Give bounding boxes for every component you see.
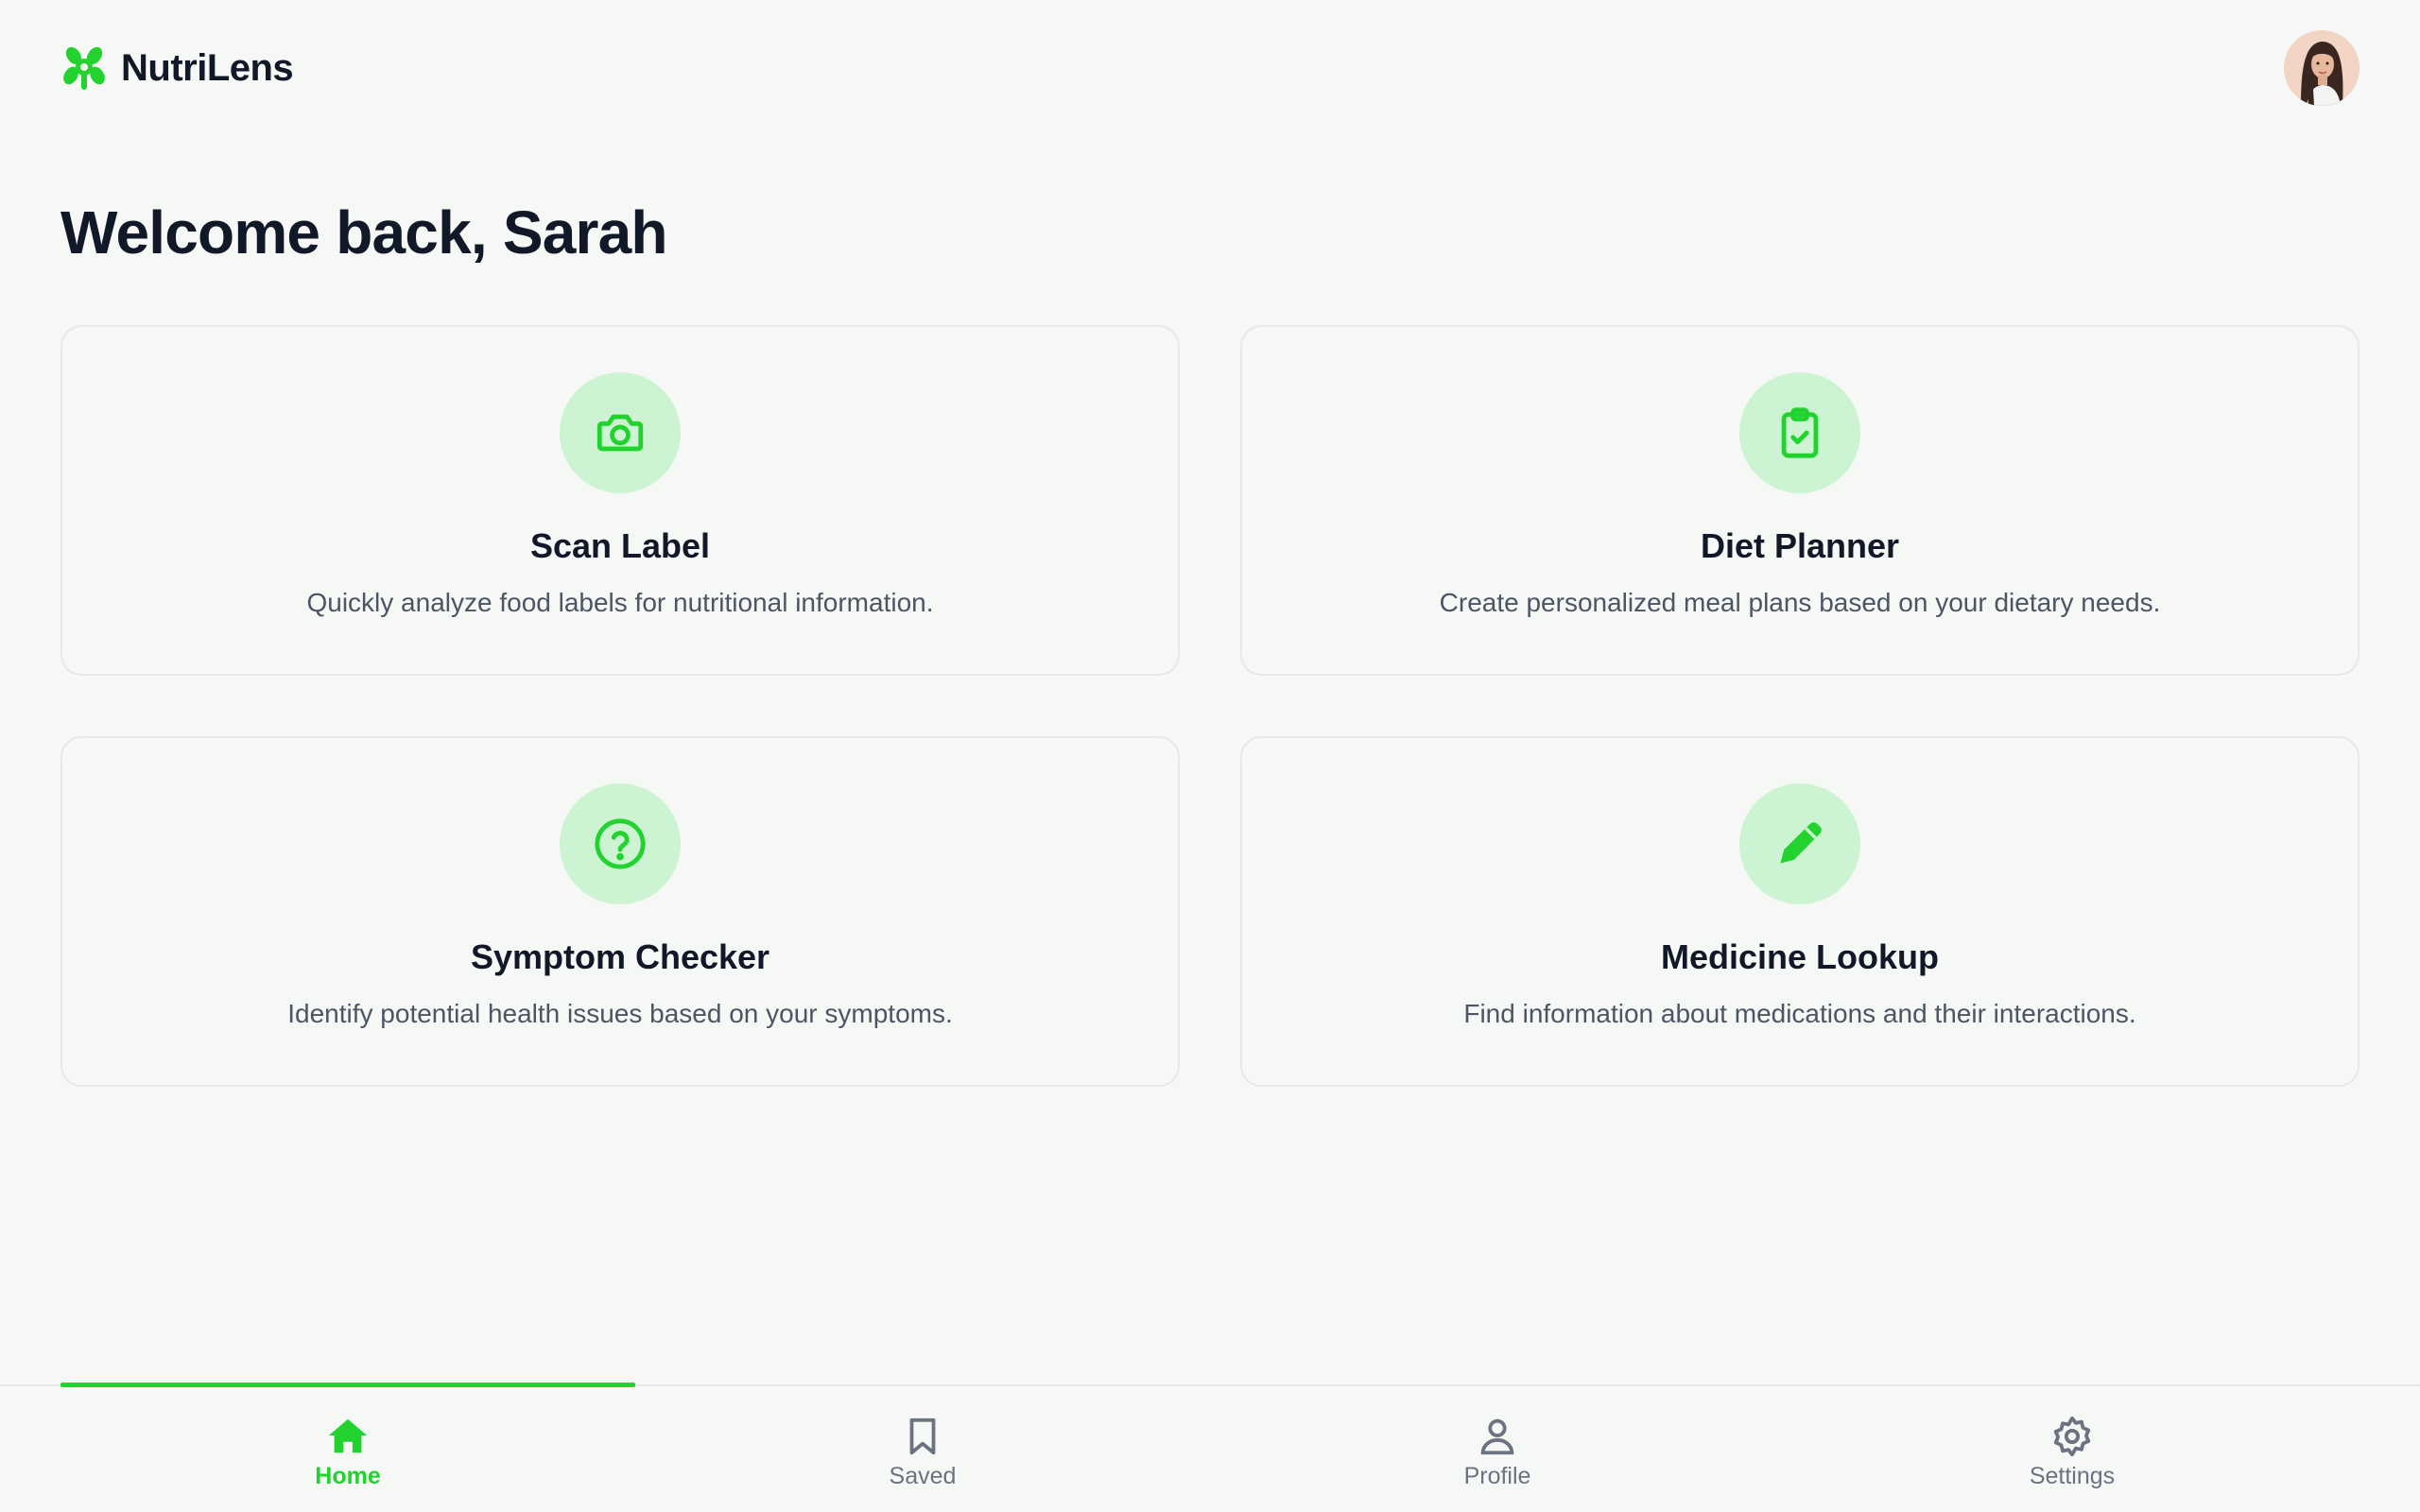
camera-icon xyxy=(596,414,644,452)
gear-icon xyxy=(2053,1416,2091,1457)
nav-settings[interactable]: Settings xyxy=(1785,1386,2360,1512)
card-description: Create personalized meal plans based on … xyxy=(1439,588,2161,617)
card-description: Identify potential health issues based o… xyxy=(287,999,953,1028)
nav-label: Saved xyxy=(889,1463,957,1489)
card-symptom-checker[interactable]: Symptom Checker Identify potential healt… xyxy=(60,736,1180,1087)
nav-label: Profile xyxy=(1463,1463,1531,1489)
card-title: Scan Label xyxy=(529,526,711,565)
app-root: NutriLens Welcome back, Sarah Scan Label… xyxy=(0,0,2420,1512)
card-title: Symptom Checker xyxy=(470,937,770,976)
question-circle-icon xyxy=(595,818,646,869)
card-icon-badge xyxy=(1739,783,1860,904)
feature-grid: Scan Label Quickly analyze food labels f… xyxy=(60,325,2360,1087)
home-icon xyxy=(328,1418,368,1453)
nav-profile[interactable]: Profile xyxy=(1210,1386,1785,1512)
person-icon xyxy=(1480,1418,1514,1455)
nav-saved[interactable]: Saved xyxy=(635,1386,1210,1512)
card-description: Quickly analyze food labels for nutritio… xyxy=(306,588,934,617)
nav-home[interactable]: Home xyxy=(60,1386,635,1512)
bookmark-icon xyxy=(909,1418,936,1455)
card-scan-label[interactable]: Scan Label Quickly analyze food labels f… xyxy=(60,325,1180,676)
clipboard-check-icon xyxy=(1781,407,1819,458)
nav-label: Home xyxy=(315,1463,381,1489)
app-name: NutriLens xyxy=(121,46,294,89)
brand[interactable]: NutriLens xyxy=(60,43,294,93)
card-title: Medicine Lookup xyxy=(1660,937,1939,976)
avatar[interactable] xyxy=(2284,30,2360,106)
pencil-icon xyxy=(1780,822,1822,864)
top-bar: NutriLens xyxy=(0,0,2420,136)
card-title: Diet Planner xyxy=(1700,526,1900,565)
page-title: Welcome back, Sarah xyxy=(60,198,668,266)
user-avatar-image xyxy=(2284,30,2360,106)
card-medicine-lookup[interactable]: Medicine Lookup Find information about m… xyxy=(1240,736,2360,1087)
card-icon-badge xyxy=(560,783,681,904)
card-icon-badge xyxy=(1739,372,1860,493)
bottom-nav: Home Saved Profile Settings xyxy=(0,1383,2420,1512)
card-description: Find information about medications and t… xyxy=(1463,999,2136,1028)
nav-items: Home Saved Profile Settings xyxy=(60,1386,2360,1512)
card-icon-badge xyxy=(560,372,681,493)
nav-label: Settings xyxy=(2029,1463,2116,1489)
card-diet-planner[interactable]: Diet Planner Create personalized meal pl… xyxy=(1240,325,2360,676)
leaf-cluster-icon xyxy=(63,46,105,90)
